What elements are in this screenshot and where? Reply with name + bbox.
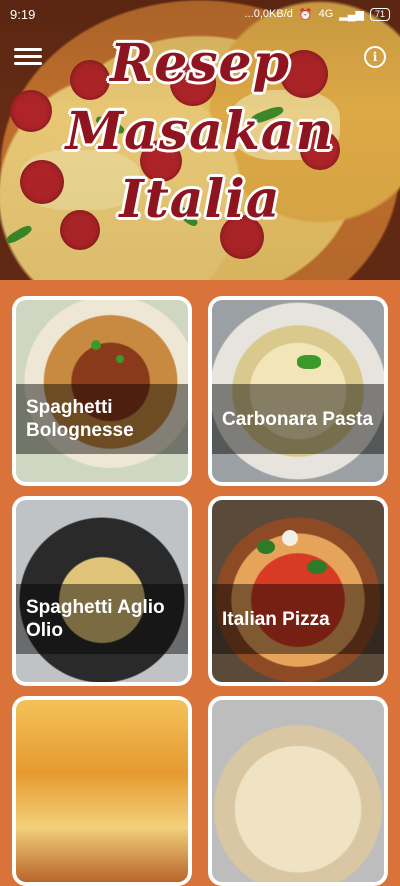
recipe-label: Spaghetti Bolognesse: [16, 384, 188, 454]
basil-decoration: [257, 540, 275, 554]
title-line: Italia: [119, 169, 281, 230]
recipe-card-carbonara-pasta[interactable]: Carbonara Pasta: [208, 296, 388, 486]
recipe-image: [212, 700, 384, 882]
alarm-icon: ⏰: [298, 8, 313, 21]
recipe-image: Italian Pizza: [212, 500, 384, 682]
battery-icon: 71: [369, 7, 390, 21]
recipe-card-spaghetti-aglio-olio[interactable]: Spaghetti Aglio Olio: [12, 496, 192, 686]
recipe-grid: Spaghetti Bolognesse Carbonara Pasta Spa…: [0, 280, 400, 886]
herb-decoration: [116, 355, 124, 363]
status-bar: 9:19 ...0,0KB/d ⏰ 4G ▂▄▆ 71: [0, 0, 400, 28]
recipe-label: Spaghetti Aglio Olio: [16, 584, 188, 654]
title-line: Resep: [109, 33, 291, 94]
signal-icon: ▂▄▆: [339, 8, 364, 21]
title-line: Masakan: [65, 101, 335, 162]
herb-decoration: [91, 340, 101, 350]
network-speed: ...0,0KB/d: [244, 8, 293, 20]
parsley-decoration: [297, 355, 321, 369]
recipe-card-lasagna[interactable]: [12, 696, 192, 886]
recipe-card-risotto[interactable]: [208, 696, 388, 886]
recipe-card-italian-pizza[interactable]: Italian Pizza: [208, 496, 388, 686]
status-icons: ...0,0KB/d ⏰ 4G ▂▄▆ 71: [244, 7, 390, 21]
mozzarella-decoration: [282, 530, 298, 546]
recipe-image: Spaghetti Bolognesse: [16, 300, 188, 482]
recipe-image: Carbonara Pasta: [212, 300, 384, 482]
recipe-card-spaghetti-bolognesse[interactable]: Spaghetti Bolognesse: [12, 296, 192, 486]
recipe-image: [16, 700, 188, 882]
recipe-image: Spaghetti Aglio Olio: [16, 500, 188, 682]
status-time: 9:19: [10, 6, 36, 22]
basil-decoration: [307, 560, 327, 574]
app-title: Resep Masakan Italia: [0, 30, 400, 234]
signal-type: 4G: [318, 8, 334, 20]
recipe-label: Italian Pizza: [212, 584, 384, 654]
recipe-label: Carbonara Pasta: [212, 384, 384, 454]
